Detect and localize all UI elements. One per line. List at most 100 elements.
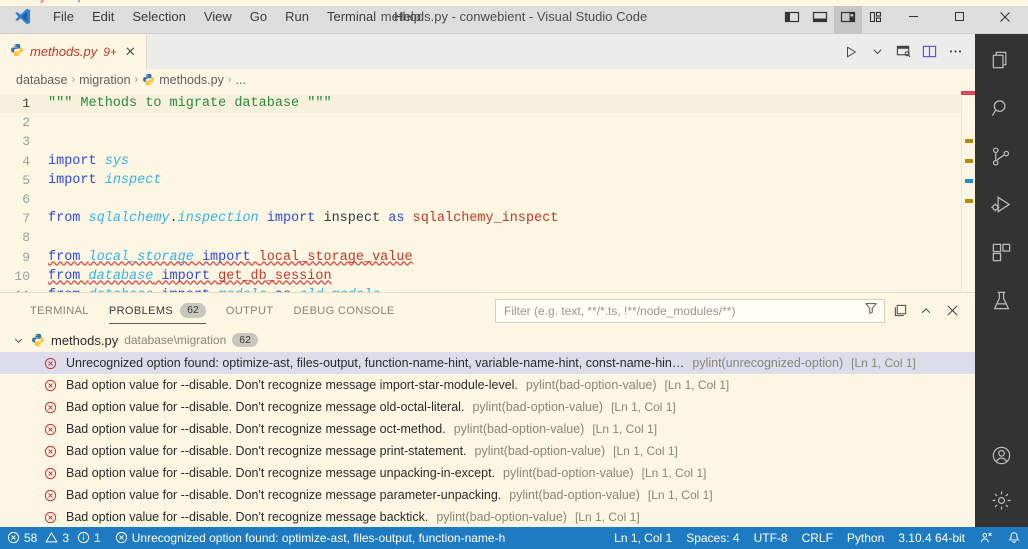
line-number: 10	[14, 268, 30, 284]
settings-gear-icon[interactable]	[975, 479, 1028, 527]
editor-tab-close-icon[interactable]: ✕	[125, 45, 136, 58]
problems-list[interactable]: methods.py database\migration 62 Unrecog…	[0, 328, 975, 527]
status-python-interpreter[interactable]: 3.10.4 64-bit	[891, 527, 972, 549]
menu-item-edit[interactable]: Edit	[83, 0, 123, 34]
editor-tab-methods-py[interactable]: methods.py 9+ ✕	[0, 34, 147, 69]
status-problem-message: Unrecognized option found: optimize-ast,…	[131, 531, 506, 545]
problem-row[interactable]: Bad option value for --disable. Don't re…	[0, 484, 975, 506]
problem-location: [Ln 1, Col 1]	[664, 378, 730, 392]
panel-tab-debug-console[interactable]: DEBUG CONSOLE	[283, 293, 404, 328]
breadcrumb: database › migration › methods.py › ...	[0, 69, 975, 91]
view-as-table-icon[interactable]	[889, 300, 911, 322]
problem-row[interactable]: Bad option value for --disable. Don't re…	[0, 396, 975, 418]
breadcrumb-item-symbols[interactable]: ...	[236, 73, 246, 87]
feedback-icon[interactable]	[972, 527, 1000, 549]
problem-message: Bad option value for --disable. Don't re…	[66, 400, 465, 414]
menu-item-file[interactable]: File	[44, 0, 83, 34]
problem-location: [Ln 1, Col 1]	[574, 510, 640, 524]
status-encoding[interactable]: UTF-8	[747, 527, 795, 549]
problem-row[interactable]: Unrecognized option found: optimize-ast,…	[0, 352, 975, 374]
problem-row[interactable]: Bad option value for --disable. Don't re…	[0, 418, 975, 440]
toggle-secondary-sidebar-icon[interactable]	[834, 0, 862, 34]
split-editor-right-icon[interactable]	[917, 40, 941, 64]
error-icon	[44, 401, 58, 414]
code-text: from local_storage import local_storage_…	[48, 249, 413, 265]
problem-source: pylint(bad-option-value)	[474, 444, 606, 458]
problems-file-group[interactable]: methods.py database\migration 62	[0, 328, 975, 352]
code-line[interactable]: 11from database import models as old_mod…	[0, 286, 975, 292]
search-input[interactable]	[504, 303, 858, 318]
editor-overview-ruler[interactable]	[961, 91, 975, 292]
panel-tab-problems[interactable]: PROBLEMS 62	[99, 293, 216, 328]
code-line[interactable]: 4 import sys	[0, 152, 975, 171]
split-terminal-editor-icon[interactable]	[891, 40, 915, 64]
problem-message: Bad option value for --disable. Don't re…	[66, 422, 446, 436]
editor-more-actions-icon[interactable]	[943, 40, 967, 64]
account-icon[interactable]	[975, 431, 1028, 479]
status-indentation[interactable]: Spaces: 4	[679, 527, 746, 549]
breadcrumb-separator-icon: ›	[227, 74, 232, 86]
code-editor[interactable]: 1 """ Methods to migrate database """ 2 3 …	[0, 91, 975, 292]
notifications-bell-icon[interactable]	[1000, 527, 1028, 549]
overview-ruler-mark	[965, 159, 973, 163]
filter-icon[interactable]	[864, 301, 878, 320]
problem-row[interactable]: Bad option value for --disable. Don't re…	[0, 374, 975, 396]
code-line[interactable]: 6	[0, 190, 975, 209]
breadcrumb-item-migration[interactable]: migration	[79, 73, 130, 87]
close-panel-icon[interactable]	[941, 300, 963, 322]
error-icon	[44, 511, 58, 524]
maximize-button[interactable]	[936, 0, 982, 34]
toggle-panel-icon[interactable]	[806, 0, 834, 34]
problems-filter-box[interactable]	[495, 298, 885, 323]
menu-item-run[interactable]: Run	[276, 0, 318, 34]
minimize-button[interactable]	[890, 0, 936, 34]
panel-tab-terminal[interactable]: TERMINAL	[20, 293, 99, 328]
problem-message: Unrecognized option found: optimize-ast,…	[66, 356, 685, 370]
panel-tab-label: TERMINAL	[30, 304, 89, 317]
code-line[interactable]: 7 from sqlalchemy.inspection import inspe…	[0, 209, 975, 228]
status-current-problem[interactable]: Unrecognized option found: optimize-ast,…	[108, 527, 513, 549]
code-line[interactable]: 2	[0, 113, 975, 132]
problem-location: [Ln 1, Col 1]	[647, 488, 713, 502]
status-problems-summary[interactable]: 58 3 1	[0, 527, 108, 549]
search-icon[interactable]	[975, 84, 1028, 132]
collapse-panel-chevron-icon[interactable]	[915, 300, 937, 322]
chevron-down-icon[interactable]	[12, 333, 25, 348]
code-line[interactable]: 3	[0, 132, 975, 151]
source-control-icon[interactable]	[975, 132, 1028, 180]
code-line[interactable]: 5 import inspect	[0, 171, 975, 190]
code-text: from sqlalchemy.inspection import inspec…	[48, 211, 559, 227]
code-line[interactable]: 8	[0, 228, 975, 247]
run-and-debug-icon[interactable]	[975, 180, 1028, 228]
run-dropdown-chevron-icon[interactable]	[865, 40, 889, 64]
testing-flask-icon[interactable]	[975, 276, 1028, 324]
code-line[interactable]: 10 from database import get_db_session	[0, 267, 975, 286]
code-line[interactable]: 9 from local_storage import local_storage…	[0, 248, 975, 267]
problem-message: Bad option value for --disable. Don't re…	[66, 378, 518, 392]
toggle-primary-sidebar-icon[interactable]	[778, 0, 806, 34]
problem-row[interactable]: Bad option value for --disable. Don't re…	[0, 462, 975, 484]
status-editor-position[interactable]: Ln 1, Col 1	[607, 527, 679, 549]
menu-item-view[interactable]: View	[195, 0, 241, 34]
menu-item-go[interactable]: Go	[241, 0, 276, 34]
menu-item-terminal[interactable]: Terminal	[318, 0, 385, 34]
close-button[interactable]	[982, 0, 1028, 34]
code-text: from database import get_db_session	[48, 268, 332, 284]
code-line[interactable]: 1 """ Methods to migrate database """	[0, 94, 975, 114]
problem-row[interactable]: Bad option value for --disable. Don't re…	[0, 506, 975, 527]
run-python-file-icon[interactable]	[839, 40, 863, 64]
problem-row[interactable]: Bad option value for --disable. Don't re…	[0, 440, 975, 462]
breadcrumb-item-file[interactable]: methods.py	[142, 73, 224, 87]
explorer-icon[interactable]	[975, 36, 1028, 84]
line-number: 3	[22, 134, 30, 150]
customize-layout-icon[interactable]	[862, 0, 890, 34]
menu-item-help[interactable]: Help	[385, 0, 430, 34]
panel-tab-label: OUTPUT	[225, 304, 274, 317]
status-language-mode[interactable]: Python	[840, 527, 891, 549]
panel-tab-output[interactable]: OUTPUT	[216, 293, 284, 328]
breadcrumb-item-database[interactable]: database	[16, 73, 67, 87]
line-number: 2	[22, 115, 30, 131]
extensions-icon[interactable]	[975, 228, 1028, 276]
status-eol[interactable]: CRLF	[795, 527, 840, 549]
menu-item-selection[interactable]: Selection	[123, 0, 194, 34]
